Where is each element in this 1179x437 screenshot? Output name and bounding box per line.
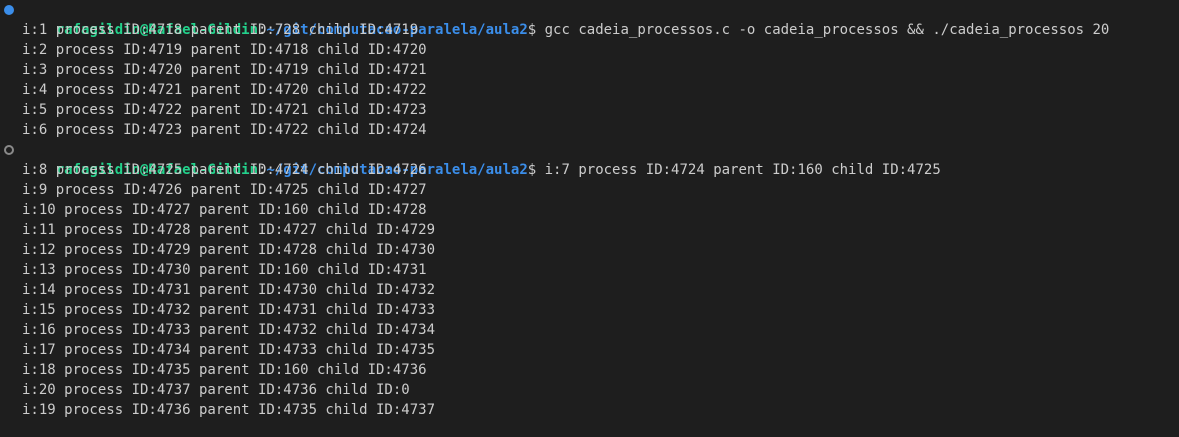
output-line: i:5 process ID:4722 parent ID:4721 child…: [0, 100, 1179, 120]
output-line: i:12 process ID:4729 parent ID:4728 chil…: [0, 240, 1179, 260]
output-line: i:15 process ID:4732 parent ID:4731 chil…: [0, 300, 1179, 320]
output-text: i:10 process ID:4727 parent ID:160 child…: [22, 202, 427, 218]
output-line: i:1 process ID:4718 parent ID:728 child …: [0, 20, 1179, 40]
output-line: i:10 process ID:4727 parent ID:160 child…: [0, 200, 1179, 220]
output-line: i:3 process ID:4720 parent ID:4719 child…: [0, 60, 1179, 80]
output-line: i:17 process ID:4734 parent ID:4733 chil…: [0, 340, 1179, 360]
output-text: i:16 process ID:4733 parent ID:4732 chil…: [22, 322, 436, 338]
output-line: i:4 process ID:4721 parent ID:4720 child…: [0, 80, 1179, 100]
output-line: i:19 process ID:4736 parent ID:4735 chil…: [0, 400, 1179, 420]
output-text: i:17 process ID:4734 parent ID:4733 chil…: [22, 342, 436, 358]
output-line: i:16 process ID:4733 parent ID:4732 chil…: [0, 320, 1179, 340]
output-line: i:9 process ID:4726 parent ID:4725 child…: [0, 180, 1179, 200]
output-text: i:5 process ID:4722 parent ID:4721 child…: [22, 102, 427, 118]
output-line: i:14 process ID:4731 parent ID:4730 chil…: [0, 280, 1179, 300]
output-text: i:3 process ID:4720 parent ID:4719 child…: [22, 62, 427, 78]
command-line-2: rafagildin@Rafael-Gildin:~/git/computaca…: [0, 140, 1179, 178]
output-line: i:18 process ID:4735 parent ID:160 child…: [0, 360, 1179, 380]
output-line: i:6 process ID:4723 parent ID:4722 child…: [0, 120, 1179, 140]
output-line: i:8 process ID:4725 parent ID:4724 child…: [0, 160, 1179, 180]
output-text: i:14 process ID:4731 parent ID:4730 chil…: [22, 282, 436, 298]
output-text: i:13 process ID:4730 parent ID:160 child…: [22, 262, 427, 278]
output-text: i:20 process ID:4737 parent ID:4736 chil…: [22, 382, 410, 398]
output-text: i:12 process ID:4729 parent ID:4728 chil…: [22, 242, 436, 258]
output-line: i:20 process ID:4737 parent ID:4736 chil…: [0, 380, 1179, 400]
output-text: i:4 process ID:4721 parent ID:4720 child…: [22, 82, 427, 98]
command-decoration-pending-icon[interactable]: [4, 145, 14, 155]
output-line: i:2 process ID:4719 parent ID:4718 child…: [0, 40, 1179, 60]
output-text: i:15 process ID:4732 parent ID:4731 chil…: [22, 302, 436, 318]
output-text: i:19 process ID:4736 parent ID:4735 chil…: [22, 402, 436, 418]
output-text: i:9 process ID:4726 parent ID:4725 child…: [22, 182, 427, 198]
command-decoration-success-icon[interactable]: [4, 5, 14, 15]
command-line-1: rafagildin@Rafael-Gildin:~/git/computaca…: [0, 0, 1179, 38]
output-text: i:8 process ID:4725 parent ID:4724 child…: [22, 162, 427, 178]
output-text: i:1 process ID:4718 parent ID:728 child …: [22, 22, 419, 38]
output-line: i:13 process ID:4730 parent ID:160 child…: [0, 260, 1179, 280]
output-text: i:18 process ID:4735 parent ID:160 child…: [22, 362, 427, 378]
output-line: i:11 process ID:4728 parent ID:4727 chil…: [0, 220, 1179, 240]
output-text: i:2 process ID:4719 parent ID:4718 child…: [22, 42, 427, 58]
terminal-panel[interactable]: rafagildin@Rafael-Gildin:~/git/computaca…: [0, 0, 1179, 437]
output-text: i:6 process ID:4723 parent ID:4722 child…: [22, 122, 427, 138]
output-text: i:11 process ID:4728 parent ID:4727 chil…: [22, 222, 436, 238]
